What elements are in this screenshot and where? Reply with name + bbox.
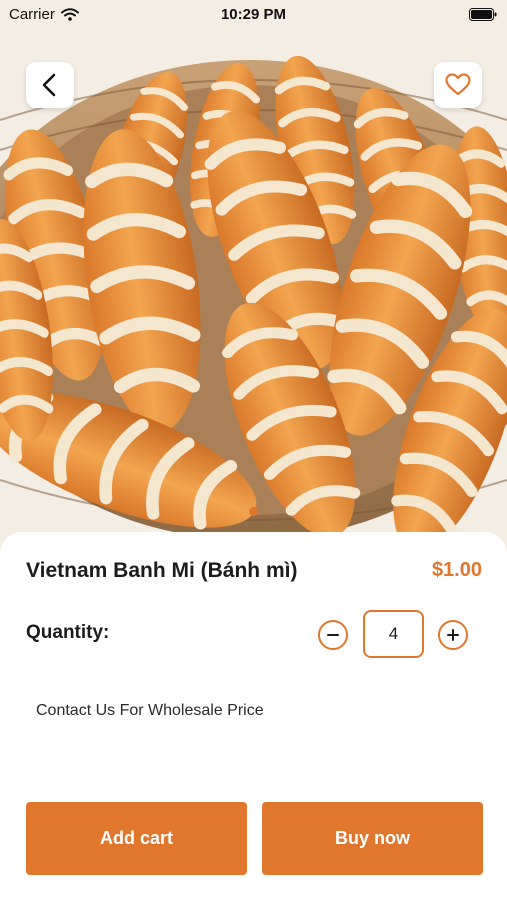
clock: 10:29 PM [220,6,287,23]
product-price: $1.00 [431,559,482,581]
heart-outline-icon [445,73,471,96]
quantity-value[interactable]: 4 [363,610,424,658]
wholesale-note: Contact Us For Wholesale Price [36,702,264,719]
decrease-quantity-button[interactable] [318,620,348,650]
quantity-label: Quantity: [26,622,110,643]
minus-icon [327,634,339,636]
favorite-button[interactable] [434,62,482,108]
battery-icon [469,8,497,21]
buy-now-button[interactable]: Buy now [262,802,483,875]
add-cart-button[interactable]: Add cart [26,802,247,875]
product-image [0,0,507,560]
status-bar: Carrier 10:29 PM [0,0,507,30]
chevron-left-icon [42,73,56,97]
plus-icon [447,629,459,641]
back-button[interactable] [26,62,74,108]
image-page-indicator [249,507,258,516]
product-detail-sheet: Vietnam Banh Mi (Bánh mì) $1.00 Quantity… [0,532,507,900]
product-name: Vietnam Banh Mi (Bánh mì) [26,559,298,582]
increase-quantity-button[interactable] [438,620,468,650]
bread-basket-photo [0,0,507,560]
